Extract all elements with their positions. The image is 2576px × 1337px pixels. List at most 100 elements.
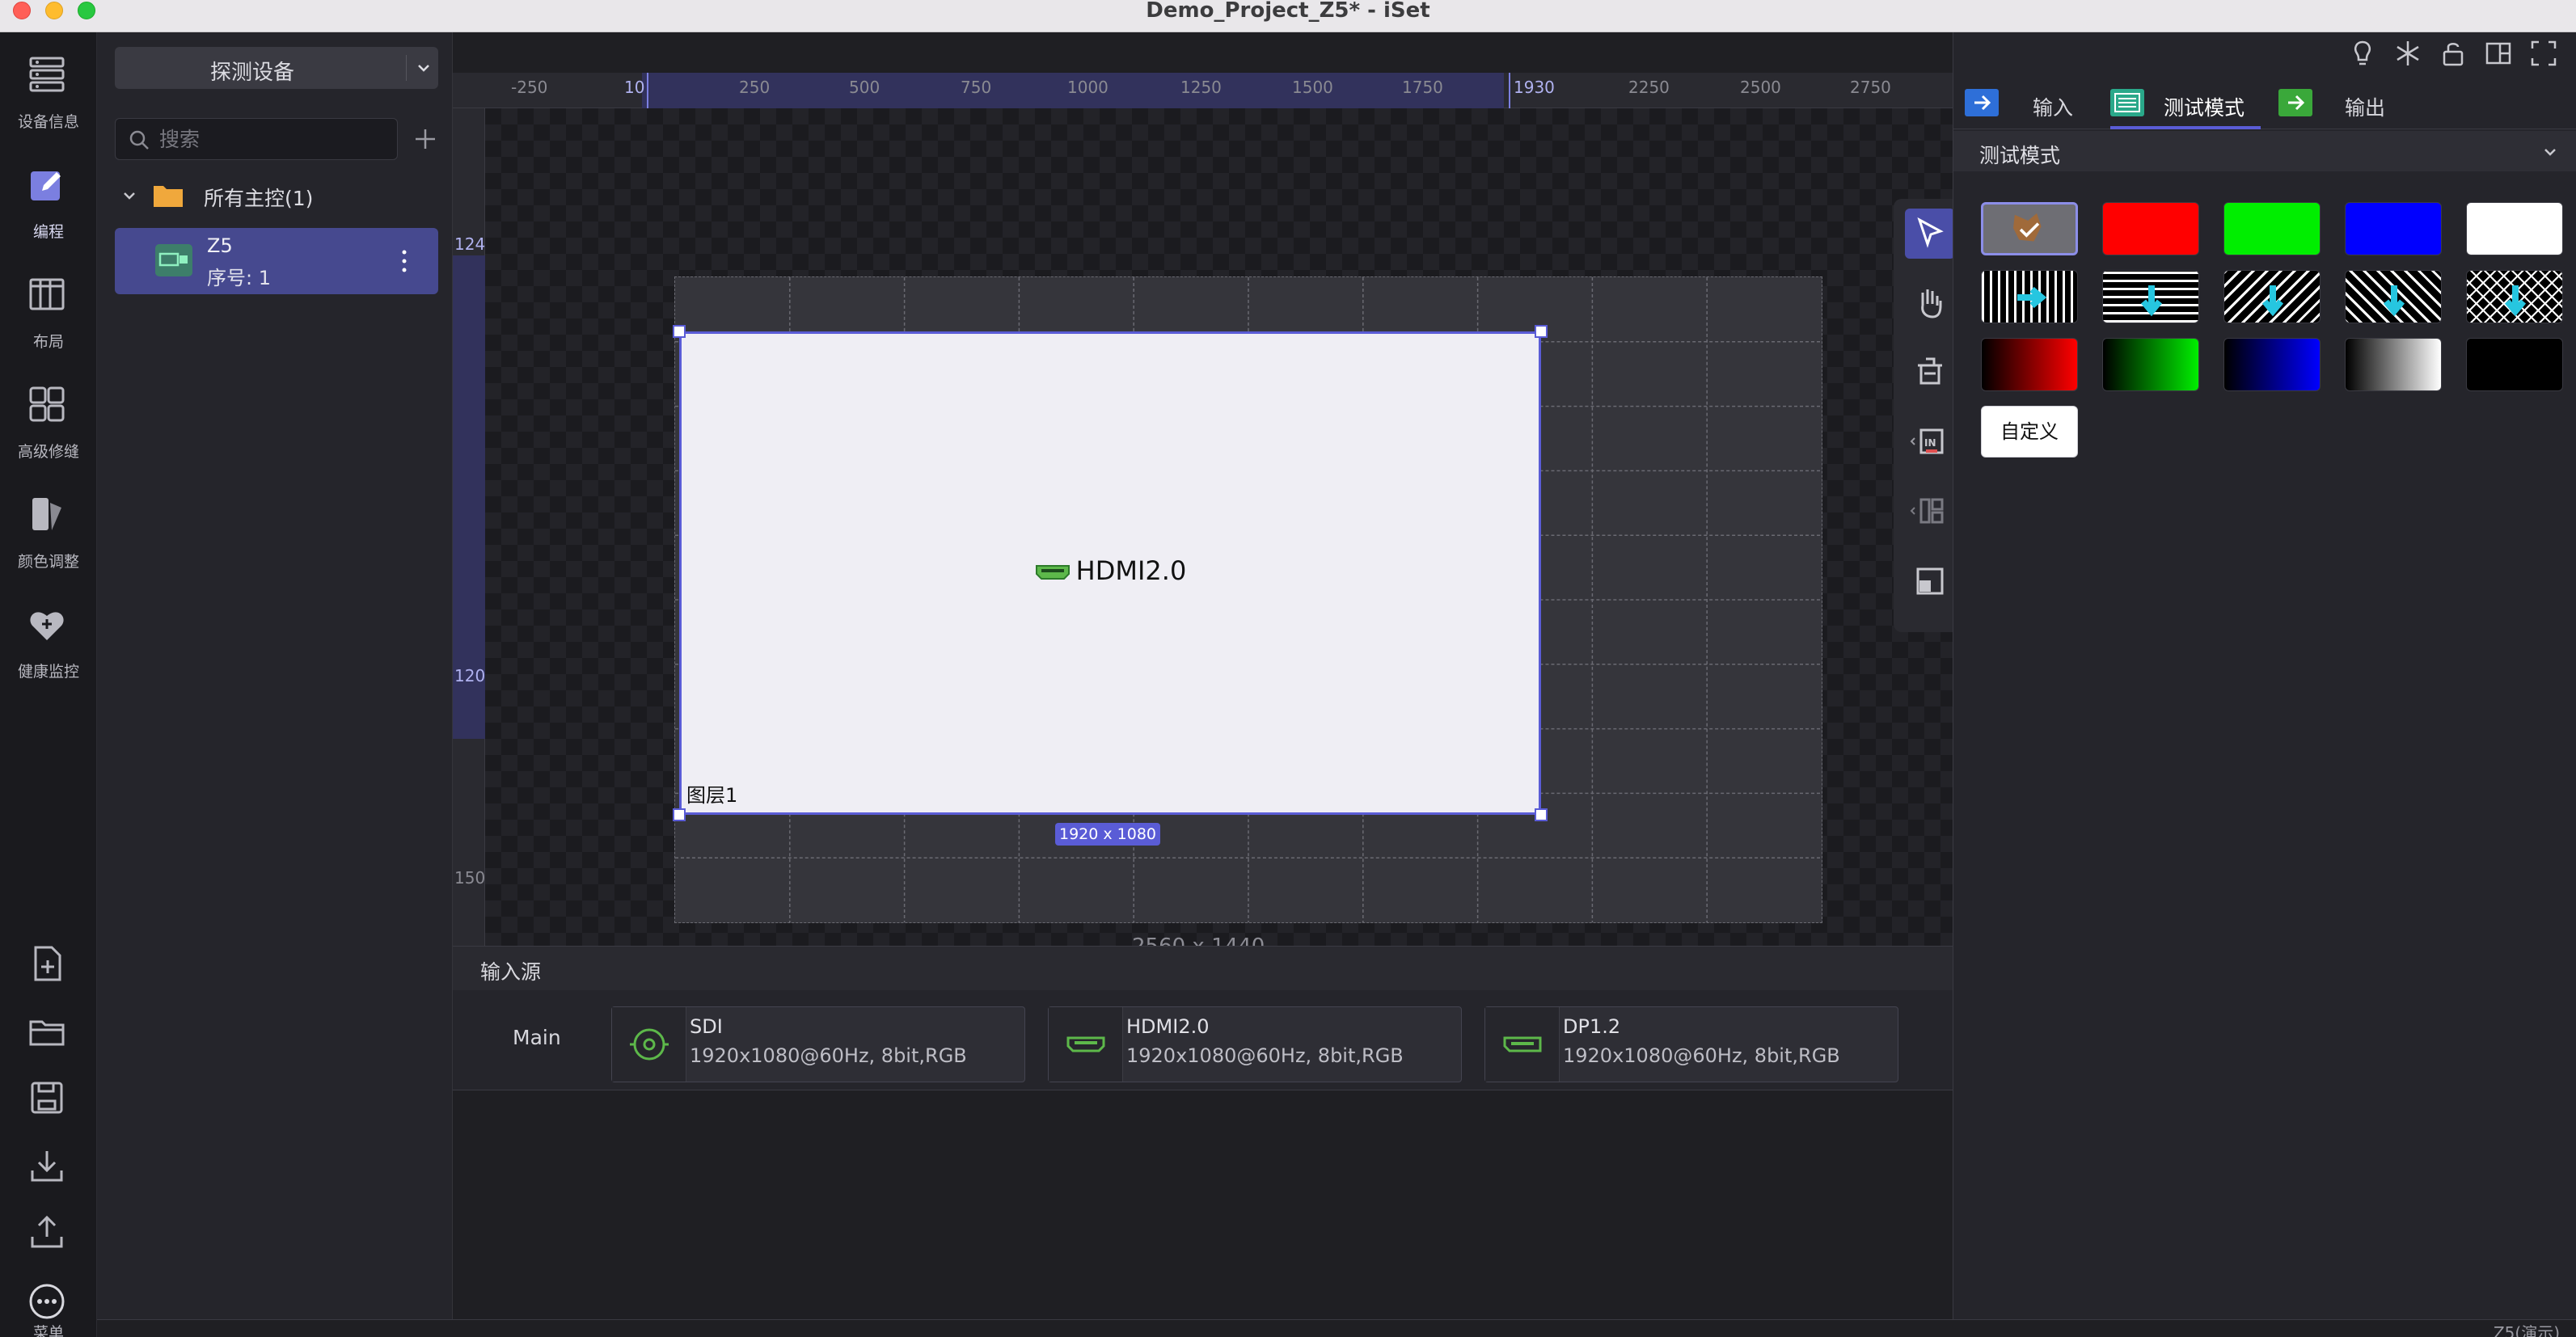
resize-handle-tr[interactable]: [1535, 325, 1548, 338]
more-menu-icon[interactable]: [27, 1282, 66, 1321]
add-icon[interactable]: [408, 121, 443, 157]
tab-label: 输入: [2033, 96, 2074, 120]
tab-output[interactable]: 输出: [2267, 81, 2429, 129]
stand-tool-button[interactable]: [1905, 348, 1955, 398]
source-card-hdmi[interactable]: HDMI2.0 1920x1080@60Hz, 8bit,RGB: [1048, 1006, 1462, 1082]
input-source-title: 输入源: [480, 960, 542, 984]
sdi-icon: [630, 1028, 669, 1061]
source-name: HDMI2.0: [1126, 1015, 1210, 1038]
server-icon: [29, 57, 65, 92]
nav-label: 布局: [32, 333, 64, 351]
tab-label: 测试模式: [2164, 96, 2245, 120]
layout-icon: [29, 278, 65, 310]
color-adjust-icon: [32, 498, 61, 530]
nav-item-device-info[interactable]: 设备信息: [0, 44, 97, 141]
search-input[interactable]: [159, 125, 386, 153]
hdmi-icon: [1066, 1036, 1105, 1052]
resize-handle-bl[interactable]: [673, 808, 686, 821]
input-tool-button[interactable]: IN: [1905, 417, 1955, 467]
detect-device-button[interactable]: 探测设备: [115, 47, 438, 89]
right-panel-tabs: 输入 测试模式 输出: [1953, 81, 2576, 129]
new-file-icon[interactable]: [27, 944, 66, 983]
pattern-diagonal-right-swatch[interactable]: [2223, 270, 2321, 323]
hand-tool-button[interactable]: [1905, 278, 1955, 328]
ruler-tick: 2750: [1850, 78, 1891, 97]
active-tab-indicator: [2110, 126, 2261, 129]
pattern-green-gradient-swatch[interactable]: [2102, 338, 2199, 391]
ruler-vertical: 124 1204 1500: [453, 108, 496, 946]
canvas-top-strip: [453, 32, 1953, 73]
output-arrow-icon: [2278, 89, 2312, 116]
chevron-down-icon[interactable]: [2542, 144, 2558, 160]
panel-layout-icon[interactable]: [2484, 39, 2513, 68]
layout-tool-button[interactable]: [1905, 487, 1955, 537]
nav-item-programming[interactable]: 编程: [0, 154, 97, 251]
resize-handle-br[interactable]: [1535, 808, 1548, 821]
source-spec: 1920x1080@60Hz, 8bit,RGB: [1563, 1044, 1840, 1067]
nav-item-color-adjust[interactable]: 颜色调整: [0, 483, 97, 580]
pattern-black-swatch[interactable]: [2466, 338, 2563, 391]
import-icon[interactable]: [27, 1146, 66, 1185]
device-item-z5[interactable]: Z5 序号: 1: [115, 228, 438, 294]
input-badge-icon: IN: [1910, 428, 1944, 454]
custom-pattern-button[interactable]: 自定义: [1981, 406, 2078, 458]
pattern-blue-swatch[interactable]: [2345, 202, 2442, 255]
pattern-image-swatch[interactable]: [1981, 202, 2078, 255]
pattern-white-swatch[interactable]: [2466, 202, 2563, 255]
health-icon: [30, 612, 64, 640]
arrow-down-icon: [2383, 285, 2405, 317]
pattern-green-swatch[interactable]: [2223, 202, 2321, 255]
nav-item-health-monitor[interactable]: 健康监控: [0, 593, 97, 690]
resize-handle-tl[interactable]: [673, 325, 686, 338]
open-folder-icon[interactable]: [27, 1012, 66, 1051]
pattern-horizontal-lines-swatch[interactable]: [2102, 270, 2199, 323]
pattern-crosshatch-swatch[interactable]: [2466, 270, 2563, 323]
pattern-red-gradient-swatch[interactable]: [1981, 338, 2078, 391]
export-icon[interactable]: [27, 1213, 66, 1251]
right-panel: 输入 测试模式 输出 测试模式 自定义: [1953, 32, 2576, 1319]
ruler-tick: 10: [624, 78, 645, 97]
lightbulb-icon[interactable]: [2348, 39, 2377, 68]
chevron-down-icon[interactable]: [416, 60, 432, 76]
svg-text:IN: IN: [1924, 437, 1936, 449]
section-title: 测试模式: [1979, 144, 2061, 167]
fullscreen-icon[interactable]: [2529, 39, 2558, 68]
canvas-background[interactable]: 2560 x 1440 HDMI2.0 图层1 1920 x 1080: [485, 108, 1966, 959]
input-source-panel: 输入源 Main SDI 1920x1080@60Hz, 8bit,RGB HD…: [453, 946, 1953, 1319]
layer-source: HDMI2.0: [682, 555, 1539, 586]
source-name: DP1.2: [1563, 1015, 1621, 1038]
pip-tool-button[interactable]: [1905, 556, 1955, 606]
pattern-vertical-lines-swatch[interactable]: [1981, 270, 2078, 323]
arrow-right-icon: [2017, 286, 2047, 309]
nav-label: 设备信息: [17, 113, 79, 131]
ruler-tick: 750: [961, 78, 992, 97]
image-pattern-icon: [2013, 213, 2042, 242]
source-card-sdi[interactable]: SDI 1920x1080@60Hz, 8bit,RGB: [611, 1006, 1025, 1082]
save-icon[interactable]: [27, 1078, 66, 1117]
pip-icon: [1916, 567, 1944, 595]
pattern-gray-gradient-swatch[interactable]: [2345, 338, 2442, 391]
more-options-icon[interactable]: [395, 246, 414, 276]
layer-1[interactable]: HDMI2.0 图层1: [679, 331, 1541, 815]
input-source-header: 输入源: [453, 947, 1953, 990]
ruler-marker: [1509, 73, 1510, 108]
unlock-icon[interactable]: [2439, 39, 2468, 68]
tab-input[interactable]: 输入: [1953, 81, 2099, 129]
pattern-red-swatch[interactable]: [2102, 202, 2199, 255]
layer-name: 图层1: [686, 784, 738, 807]
nav-item-advanced-seam[interactable]: 高级修缝: [0, 373, 97, 470]
test-pattern-section-header[interactable]: 测试模式: [1953, 131, 2576, 171]
ruler-tick: 2250: [1628, 78, 1670, 97]
stand-icon: [1918, 357, 1942, 385]
nav-label: 颜色调整: [17, 553, 79, 571]
nav-item-layout[interactable]: 布局: [0, 264, 97, 361]
ruler-horizontal: -250 10 250 500 750 1000 1250 1500 1750 …: [453, 73, 1953, 108]
source-card-dp[interactable]: DP1.2 1920x1080@60Hz, 8bit,RGB: [1484, 1006, 1898, 1082]
chevron-down-icon[interactable]: [121, 188, 137, 204]
controller-group[interactable]: 所有主控(1): [115, 176, 438, 215]
pattern-diagonal-left-swatch[interactable]: [2345, 270, 2442, 323]
pattern-blue-gradient-swatch[interactable]: [2223, 338, 2321, 391]
tab-test-pattern[interactable]: 测试模式: [2110, 81, 2261, 129]
select-tool-button[interactable]: [1905, 209, 1955, 259]
snowflake-icon[interactable]: [2393, 39, 2422, 68]
